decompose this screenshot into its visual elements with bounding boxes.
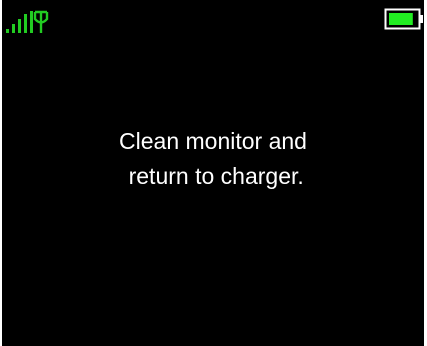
signal-antenna-icon [6, 10, 49, 33]
battery-icon [384, 8, 423, 30]
message-line-1: Clean monitor and [119, 128, 307, 154]
message-line-2: return to charger. [122, 163, 304, 189]
instruction-message: Clean monitor and return to charger. [2, 124, 424, 194]
device-screen: Clean monitor and return to charger. [2, 0, 427, 346]
status-bar [2, 0, 424, 34]
